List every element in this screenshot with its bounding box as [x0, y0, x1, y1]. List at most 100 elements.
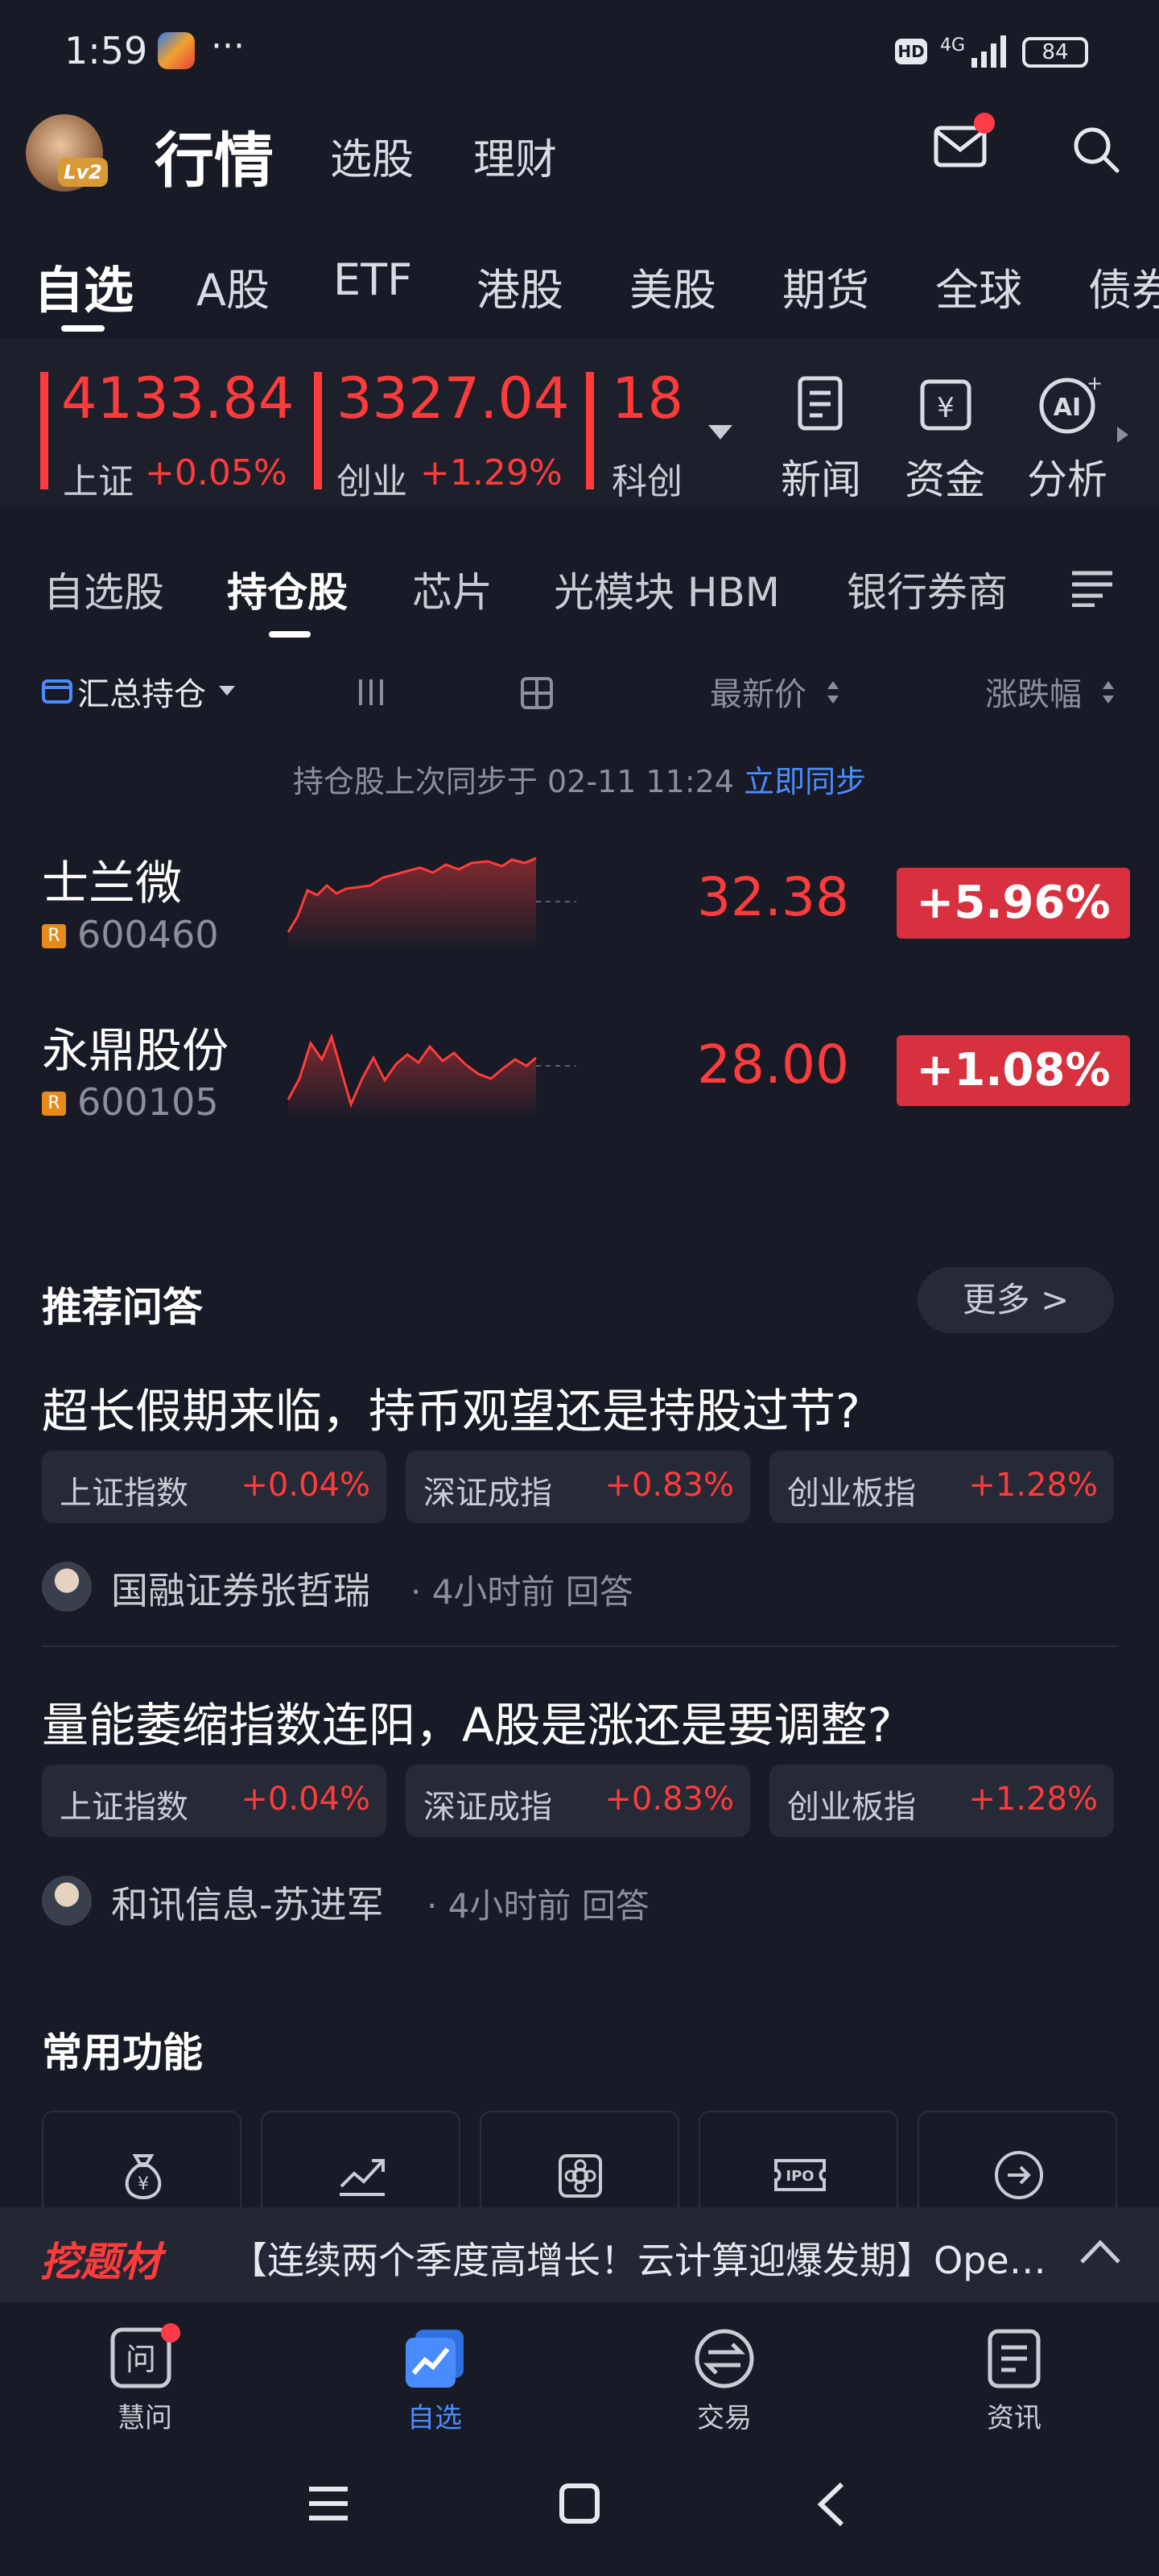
- qa-section-title: 推荐问答: [42, 1284, 203, 1331]
- sync-text: 持仓股上次同步于 02-11 11:24: [292, 764, 734, 799]
- tab-trade[interactable]: 交易: [644, 2302, 805, 2439]
- bottom-tab-bar: 问 慧问 自选 交易 资讯: [0, 2302, 1159, 2439]
- tab-hk[interactable]: 港股: [476, 254, 563, 318]
- feature-tile[interactable]: [918, 2111, 1117, 2223]
- index-up-marker: [314, 372, 322, 489]
- chip-label: 深证成指: [423, 1475, 552, 1512]
- index-value-shanghai[interactable]: 4133.84: [61, 365, 294, 431]
- chip-label: 创业板指: [787, 1475, 916, 1512]
- tab-news[interactable]: 资讯: [934, 2302, 1095, 2439]
- feature-tile[interactable]: IPO: [699, 2111, 898, 2223]
- tab-menu-icon[interactable]: [1070, 568, 1114, 607]
- svg-text:AI: AI: [1054, 394, 1081, 422]
- expand-indices-icon[interactable]: [708, 425, 732, 441]
- funds-icon[interactable]: ¥: [918, 375, 975, 433]
- grid-view-icon[interactable]: [520, 676, 554, 710]
- stock-change-badge[interactable]: +5.96%: [897, 868, 1130, 939]
- tab-bonds[interactable]: 债券: [1088, 265, 1159, 316]
- ask-icon: 问: [110, 2323, 180, 2388]
- tab-huiwen[interactable]: 问 慧问: [64, 2302, 225, 2439]
- sync-now-link[interactable]: 立即同步: [744, 764, 866, 799]
- author-name[interactable]: 国融证券张哲瑞: [111, 1562, 370, 1615]
- portfolio-selector[interactable]: 汇总持仓: [77, 668, 206, 715]
- news-icon[interactable]: [794, 375, 852, 433]
- arrow-right-circle-icon: [995, 2151, 1043, 2199]
- home-icon[interactable]: [559, 2483, 600, 2524]
- qa-index-chip[interactable]: 深证成指 +0.83%: [406, 1765, 750, 1837]
- qa-question[interactable]: 量能萎缩指数连阳，A股是涨还是要调整?: [42, 1687, 892, 1755]
- sort-icon[interactable]: [826, 679, 840, 705]
- dropdown-icon[interactable]: [219, 686, 235, 697]
- author-avatar[interactable]: [42, 1562, 92, 1612]
- watch-tab-holdings[interactable]: 持仓股: [227, 560, 348, 618]
- watch-tab-favorites[interactable]: 自选股: [43, 560, 164, 618]
- tab-a-shares[interactable]: A股: [196, 254, 270, 318]
- chip-label: 创业板指: [787, 1789, 916, 1826]
- qa-more-button[interactable]: 更多 >: [918, 1267, 1114, 1333]
- svg-text:¥: ¥: [937, 392, 955, 424]
- qa-index-chip[interactable]: 深证成指 +0.83%: [406, 1451, 750, 1523]
- svg-text:IPO: IPO: [786, 2168, 814, 2185]
- money-bag-icon: ¥: [125, 2154, 162, 2200]
- nav-wealth[interactable]: 理财: [473, 126, 557, 186]
- feature-tile[interactable]: ¥: [42, 2111, 241, 2223]
- chip-value: +1.28%: [968, 1781, 1098, 1818]
- column-view-icon[interactable]: [354, 676, 388, 708]
- more-notifications-icon: ···: [211, 26, 245, 67]
- search-icon[interactable]: [1070, 124, 1120, 174]
- qa-index-chip[interactable]: 上证指数 +0.04%: [42, 1765, 386, 1837]
- nav-stock-picker[interactable]: 选股: [330, 126, 414, 186]
- tab-global[interactable]: 全球: [935, 254, 1022, 318]
- answer-meta: · 4小时前 回答: [410, 1572, 633, 1612]
- ai-analysis-icon[interactable]: AI +: [1038, 372, 1103, 436]
- index-value-star[interactable]: 18: [612, 365, 683, 431]
- watch-tab-optical-hbm[interactable]: 光模块 HBM: [554, 560, 780, 618]
- index-value-chinext[interactable]: 3327.04: [336, 365, 569, 431]
- tab-label: 慧问: [118, 2402, 172, 2434]
- qa-index-chip[interactable]: 创业板指 +1.28%: [769, 1765, 1114, 1837]
- news-doc-icon: [988, 2329, 1041, 2388]
- chevron-up-icon[interactable]: [1079, 2238, 1122, 2265]
- tab-us[interactable]: 美股: [629, 254, 716, 318]
- tab-etf[interactable]: ETF: [333, 254, 412, 305]
- sort-change-pct[interactable]: 涨跌幅: [985, 668, 1082, 715]
- chevron-right-icon[interactable]: [1117, 427, 1128, 443]
- app-notification-icon: [158, 32, 195, 69]
- funds-button[interactable]: 资金: [905, 448, 985, 506]
- chip-value: +0.04%: [241, 1467, 370, 1504]
- status-time: 1:59: [64, 29, 148, 72]
- author-name[interactable]: 和讯信息-苏进军: [111, 1876, 384, 1929]
- tab-watchlist-bottom[interactable]: 自选: [354, 2302, 515, 2439]
- chip-label: 上证指数: [60, 1475, 188, 1512]
- features-section-title: 常用功能: [42, 2029, 203, 2076]
- svg-text:问: 问: [126, 2342, 156, 2377]
- qa-index-chip[interactable]: 上证指数 +0.04%: [42, 1451, 386, 1523]
- tab-futures[interactable]: 期货: [782, 254, 869, 318]
- stock-change-badge[interactable]: +1.08%: [897, 1035, 1130, 1106]
- sort-icon[interactable]: [1101, 679, 1116, 705]
- stock-price: 28.00: [697, 1034, 849, 1096]
- watch-tab-banks-brokers[interactable]: 银行券商: [847, 560, 1008, 618]
- recent-apps-icon[interactable]: [307, 2484, 349, 2523]
- status-bar: 1:59 ··· HD 4G 84: [0, 0, 1159, 105]
- back-icon[interactable]: [815, 2481, 847, 2528]
- qa-question[interactable]: 超长假期来临，持币观望还是持股过节?: [42, 1373, 860, 1441]
- svg-text:¥: ¥: [138, 2174, 149, 2194]
- tab-watchlist[interactable]: 自选: [34, 250, 134, 322]
- hd-voice-icon: HD: [895, 39, 927, 64]
- svg-text:+: +: [1087, 372, 1103, 394]
- analysis-button[interactable]: 分析: [1027, 448, 1107, 506]
- index-change-chinext: +1.29%: [420, 452, 563, 493]
- watch-tab-chips[interactable]: 芯片: [412, 560, 493, 618]
- feature-tile[interactable]: [480, 2111, 679, 2223]
- index-up-marker: [40, 372, 48, 489]
- theme-news-banner[interactable]: 挖题材 【连续两个季度高增长！云计算迎爆发期】OpenAI...: [0, 2207, 1159, 2302]
- news-button[interactable]: 新闻: [781, 448, 861, 506]
- page-title: 行情: [155, 126, 274, 196]
- feature-tile[interactable]: [261, 2111, 460, 2223]
- sort-latest-price[interactable]: 最新价: [710, 668, 806, 715]
- banner-text[interactable]: 【连续两个季度高增长！云计算迎爆发期】OpenAI...: [230, 2231, 1051, 2285]
- stock-price: 32.38: [697, 866, 849, 928]
- author-avatar[interactable]: [42, 1876, 92, 1926]
- qa-index-chip[interactable]: 创业板指 +1.28%: [769, 1451, 1114, 1523]
